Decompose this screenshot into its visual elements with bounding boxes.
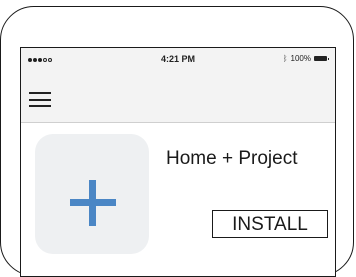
- plus-icon: [70, 180, 116, 226]
- battery-percent: 100%: [290, 54, 311, 63]
- bluetooth-icon: ᛒ: [282, 54, 288, 63]
- app-title: Home + Project: [166, 148, 298, 169]
- hamburger-menu-icon[interactable]: [29, 92, 51, 108]
- battery-icon: [314, 56, 329, 61]
- menu-line: [29, 92, 51, 95]
- install-button[interactable]: INSTALL: [212, 210, 328, 238]
- nav-bar: [21, 72, 335, 123]
- menu-line: [29, 98, 51, 101]
- app-icon[interactable]: [35, 134, 149, 254]
- menu-line: [29, 105, 51, 108]
- phone-screen: 4:21 PM ᛒ 100% Home + Project INSTALL: [20, 47, 336, 277]
- status-right: ᛒ 100%: [282, 54, 329, 63]
- status-bar: 4:21 PM ᛒ 100%: [21, 48, 335, 72]
